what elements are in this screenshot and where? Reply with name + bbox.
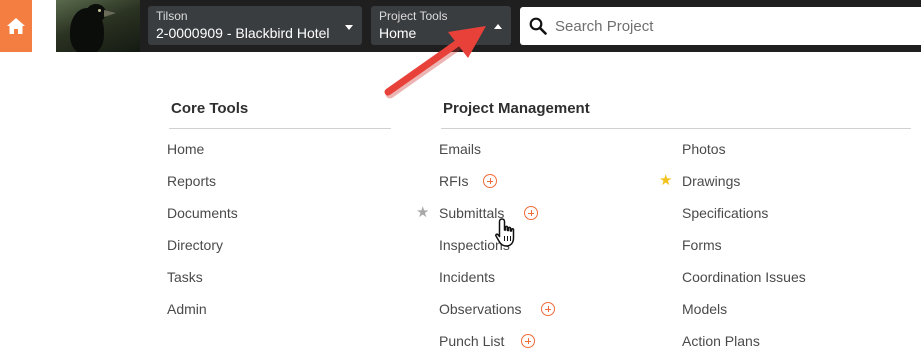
add-rfi-icon[interactable]	[483, 174, 497, 188]
tool-link-documents[interactable]: Documents	[167, 204, 238, 222]
company-name-label: Tilson	[156, 9, 188, 23]
search-input[interactable]	[555, 17, 895, 35]
tool-link-directory[interactable]: Directory	[167, 236, 223, 254]
add-punch-item-icon[interactable]	[521, 334, 535, 348]
project-name-value: 2-0000909 - Blackbird Hotel	[156, 25, 330, 41]
tool-link-incidents[interactable]: Incidents	[439, 268, 495, 286]
home-icon	[7, 18, 25, 34]
add-submittal-icon[interactable]	[524, 206, 538, 220]
tool-link-photos[interactable]: Photos	[682, 140, 726, 158]
caret-down-icon	[345, 25, 353, 30]
hand-pointer-icon	[495, 218, 515, 247]
favorite-star-icon[interactable]: ★	[416, 205, 429, 221]
tool-link-rfis[interactable]: RFIs	[439, 172, 469, 190]
tool-link-tasks[interactable]: Tasks	[167, 268, 203, 286]
tool-link-coordination-issues[interactable]: Coordination Issues	[682, 268, 806, 286]
core-tools-divider	[169, 128, 391, 129]
add-observation-icon[interactable]	[541, 302, 555, 316]
tool-link-reports[interactable]: Reports	[167, 172, 216, 190]
blackbird-photo	[56, 0, 140, 52]
search-box[interactable]	[520, 7, 921, 45]
project-management-divider	[441, 128, 911, 129]
favorite-star-icon[interactable]: ★	[659, 173, 672, 189]
tool-link-action-plans[interactable]: Action Plans	[682, 332, 760, 350]
tool-link-drawings[interactable]: Drawings	[682, 172, 740, 190]
project-tools-label: Project Tools	[379, 9, 448, 23]
tool-link-models[interactable]: Models	[682, 300, 727, 318]
company-project-selector[interactable]: Tilson 2-0000909 - Blackbird Hotel	[148, 6, 362, 45]
home-button[interactable]	[0, 0, 32, 52]
annotation-arrow	[384, 26, 486, 99]
company-logo	[32, 0, 140, 52]
tool-link-specifications[interactable]: Specifications	[682, 204, 768, 222]
tool-link-forms[interactable]: Forms	[682, 236, 722, 254]
tool-link-emails[interactable]: Emails	[439, 140, 481, 158]
tool-link-punch-list[interactable]: Punch List	[439, 332, 504, 350]
tool-link-admin[interactable]: Admin	[167, 300, 207, 318]
caret-up-icon	[494, 24, 502, 29]
core-tools-heading: Core Tools	[171, 100, 249, 117]
tool-link-observations[interactable]: Observations	[439, 300, 521, 318]
search-icon	[529, 17, 547, 35]
tool-link-home[interactable]: Home	[167, 140, 204, 158]
